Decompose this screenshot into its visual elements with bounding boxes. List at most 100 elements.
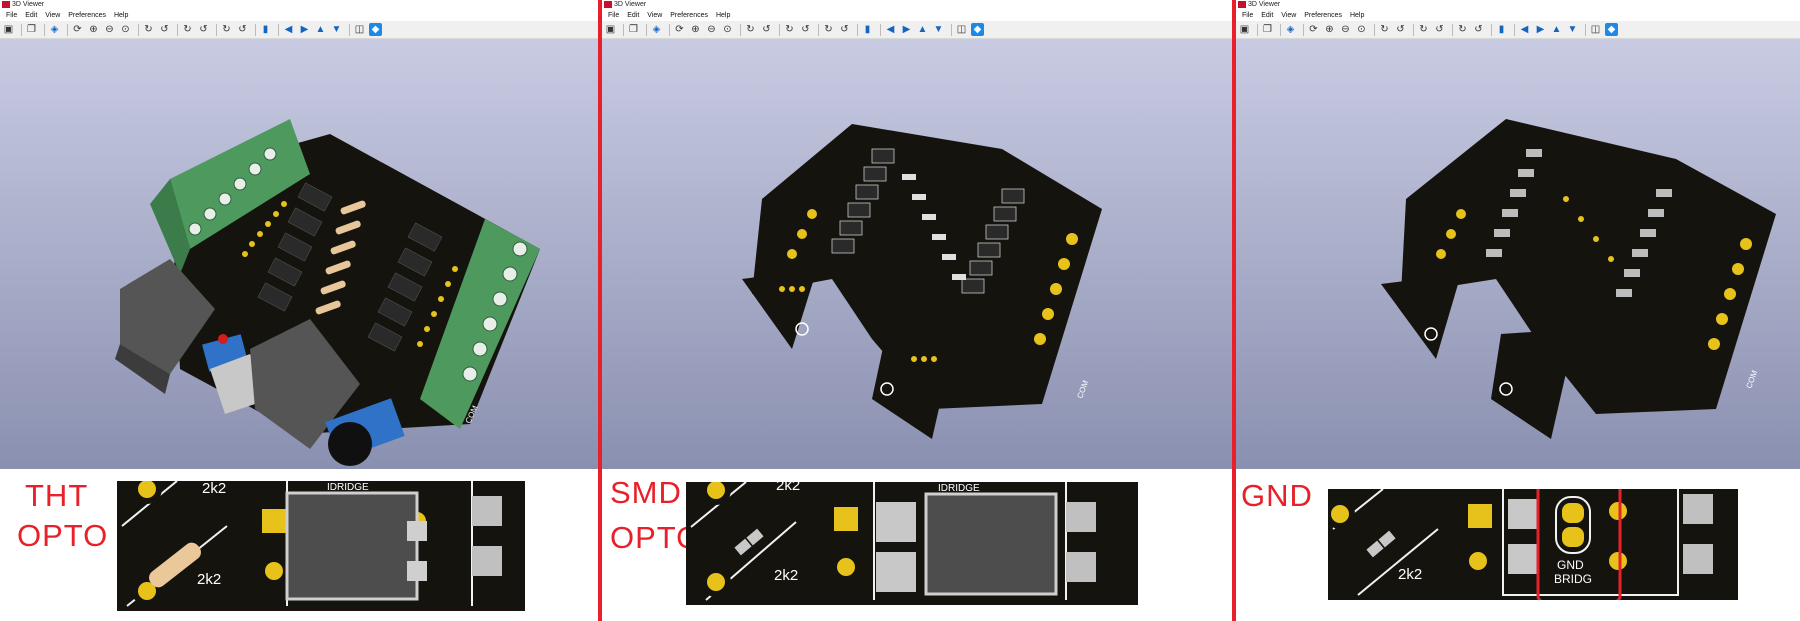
bridge-label: IDRIDGE: [327, 482, 369, 493]
rotate-y-ccw-icon[interactable]: ↺: [1433, 23, 1446, 36]
reload-icon[interactable]: ⟳: [71, 23, 84, 36]
zoom-fit-icon[interactable]: ⊙: [1355, 23, 1368, 36]
3d-viewport[interactable]: COM: [1236, 39, 1800, 469]
zoom-out-icon[interactable]: ⊖: [103, 23, 116, 36]
window-title: 3D Viewer: [614, 1, 647, 8]
orthographic-icon[interactable]: ◫: [353, 23, 366, 36]
move-left-icon[interactable]: ◀: [884, 23, 897, 36]
rotate-z-ccw-icon[interactable]: ↺: [236, 23, 249, 36]
3d-viewport[interactable]: COM: [0, 39, 598, 469]
render-icon[interactable]: ▣: [1238, 23, 1251, 36]
move-up-icon[interactable]: ▲: [1550, 23, 1563, 36]
move-right-icon[interactable]: ▶: [298, 23, 311, 36]
rotate-y-cw-icon[interactable]: ↻: [783, 23, 796, 36]
menu-view[interactable]: View: [1281, 12, 1296, 19]
jumper-label-line-2: BRIDG: [1554, 572, 1592, 586]
window-title: 3D Viewer: [12, 1, 45, 8]
menu-preferences[interactable]: Preferences: [1304, 12, 1342, 19]
closeup-gnd-bridge: 2k2 GND BRIDG: [1328, 489, 1738, 600]
menu-file[interactable]: File: [608, 12, 619, 19]
move-left-icon[interactable]: ◀: [1518, 23, 1531, 36]
toolbar-separator: [857, 23, 858, 36]
flip-board-icon[interactable]: ▮: [259, 23, 272, 36]
move-up-icon[interactable]: ▲: [916, 23, 929, 36]
flip-board-icon[interactable]: ▮: [861, 23, 874, 36]
menu-bar: File Edit View Preferences Help: [1236, 10, 1800, 21]
rotate-z-cw-icon[interactable]: ↻: [220, 23, 233, 36]
rotate-y-ccw-icon[interactable]: ↺: [197, 23, 210, 36]
menu-file[interactable]: File: [6, 12, 17, 19]
toggle-3d-icon[interactable]: ◆: [369, 23, 382, 36]
zoom-in-icon[interactable]: ⊕: [1323, 23, 1336, 36]
rotate-x-ccw-icon[interactable]: ↺: [760, 23, 773, 36]
board-icon[interactable]: ◈: [1284, 23, 1297, 36]
toolbar-separator: [669, 23, 670, 36]
menu-help[interactable]: Help: [1350, 12, 1364, 19]
zoom-out-icon[interactable]: ⊖: [705, 23, 718, 36]
zoom-in-icon[interactable]: ⊕: [87, 23, 100, 36]
board-icon[interactable]: ◈: [48, 23, 61, 36]
reload-icon[interactable]: ⟳: [673, 23, 686, 36]
menu-view[interactable]: View: [45, 12, 60, 19]
menu-edit[interactable]: Edit: [627, 12, 639, 19]
viewer-panel-1: 3D Viewer File Edit View Preferences Hel…: [0, 0, 598, 621]
rotate-z-cw-icon[interactable]: ↻: [1456, 23, 1469, 36]
rotate-y-cw-icon[interactable]: ↻: [181, 23, 194, 36]
rotate-x-cw-icon[interactable]: ↻: [744, 23, 757, 36]
3d-viewport[interactable]: COM: [602, 39, 1232, 469]
app-icon: [604, 1, 612, 8]
rotate-x-cw-icon[interactable]: ↻: [1378, 23, 1391, 36]
move-left-icon[interactable]: ◀: [282, 23, 295, 36]
copy-image-icon[interactable]: ❐: [1261, 23, 1274, 36]
copy-image-icon[interactable]: ❐: [25, 23, 38, 36]
resistor-label-top: 2k2: [776, 482, 800, 494]
rotate-z-ccw-icon[interactable]: ↺: [838, 23, 851, 36]
orthographic-icon[interactable]: ◫: [955, 23, 968, 36]
flip-board-icon[interactable]: ▮: [1495, 23, 1508, 36]
rotate-x-cw-icon[interactable]: ↻: [142, 23, 155, 36]
rotate-x-ccw-icon[interactable]: ↺: [158, 23, 171, 36]
pcb-3d-render: COM: [742, 124, 1102, 439]
render-icon[interactable]: ▣: [604, 23, 617, 36]
barrel-jack: [328, 422, 372, 466]
render-icon[interactable]: ▣: [2, 23, 15, 36]
menu-help[interactable]: Help: [114, 12, 128, 19]
move-right-icon[interactable]: ▶: [1534, 23, 1547, 36]
zoom-fit-icon[interactable]: ⊙: [721, 23, 734, 36]
jumper-label-line-1: GND: [1557, 558, 1584, 572]
rotate-z-cw-icon[interactable]: ↻: [822, 23, 835, 36]
zoom-out-icon[interactable]: ⊖: [1339, 23, 1352, 36]
toolbar: ▣ ❐ ◈ ⟳ ⊕ ⊖ ⊙ ↻ ↺ ↻ ↺ ↻ ↺ ▮ ◀ ▶ ▲ ▼ ◫ ◆: [1236, 21, 1800, 39]
toolbar-separator: [1374, 23, 1375, 36]
rotate-x-ccw-icon[interactable]: ↺: [1394, 23, 1407, 36]
toolbar-separator: [1514, 23, 1515, 36]
toggle-3d-icon[interactable]: ◆: [1605, 23, 1618, 36]
rotate-y-cw-icon[interactable]: ↻: [1417, 23, 1430, 36]
toggle-3d-icon[interactable]: ◆: [971, 23, 984, 36]
board-icon[interactable]: ◈: [650, 23, 663, 36]
zoom-fit-icon[interactable]: ⊙: [119, 23, 132, 36]
toolbar-separator: [255, 23, 256, 36]
pcb-board: [1401, 119, 1776, 414]
move-down-icon[interactable]: ▼: [1566, 23, 1579, 36]
menu-file[interactable]: File: [1242, 12, 1253, 19]
menu-edit[interactable]: Edit: [1261, 12, 1273, 19]
orthographic-icon[interactable]: ◫: [1589, 23, 1602, 36]
move-right-icon[interactable]: ▶: [900, 23, 913, 36]
move-down-icon[interactable]: ▼: [330, 23, 343, 36]
copy-image-icon[interactable]: ❐: [627, 23, 640, 36]
move-down-icon[interactable]: ▼: [932, 23, 945, 36]
zoom-in-icon[interactable]: ⊕: [689, 23, 702, 36]
menu-preferences[interactable]: Preferences: [670, 12, 708, 19]
toolbar-separator: [779, 23, 780, 36]
move-up-icon[interactable]: ▲: [314, 23, 327, 36]
toolbar-separator: [646, 23, 647, 36]
menu-view[interactable]: View: [647, 12, 662, 19]
reload-icon[interactable]: ⟳: [1307, 23, 1320, 36]
menu-help[interactable]: Help: [716, 12, 730, 19]
rotate-y-ccw-icon[interactable]: ↺: [799, 23, 812, 36]
menu-preferences[interactable]: Preferences: [68, 12, 106, 19]
pcb-3d-render: COM: [115, 119, 540, 466]
menu-edit[interactable]: Edit: [25, 12, 37, 19]
rotate-z-ccw-icon[interactable]: ↺: [1472, 23, 1485, 36]
